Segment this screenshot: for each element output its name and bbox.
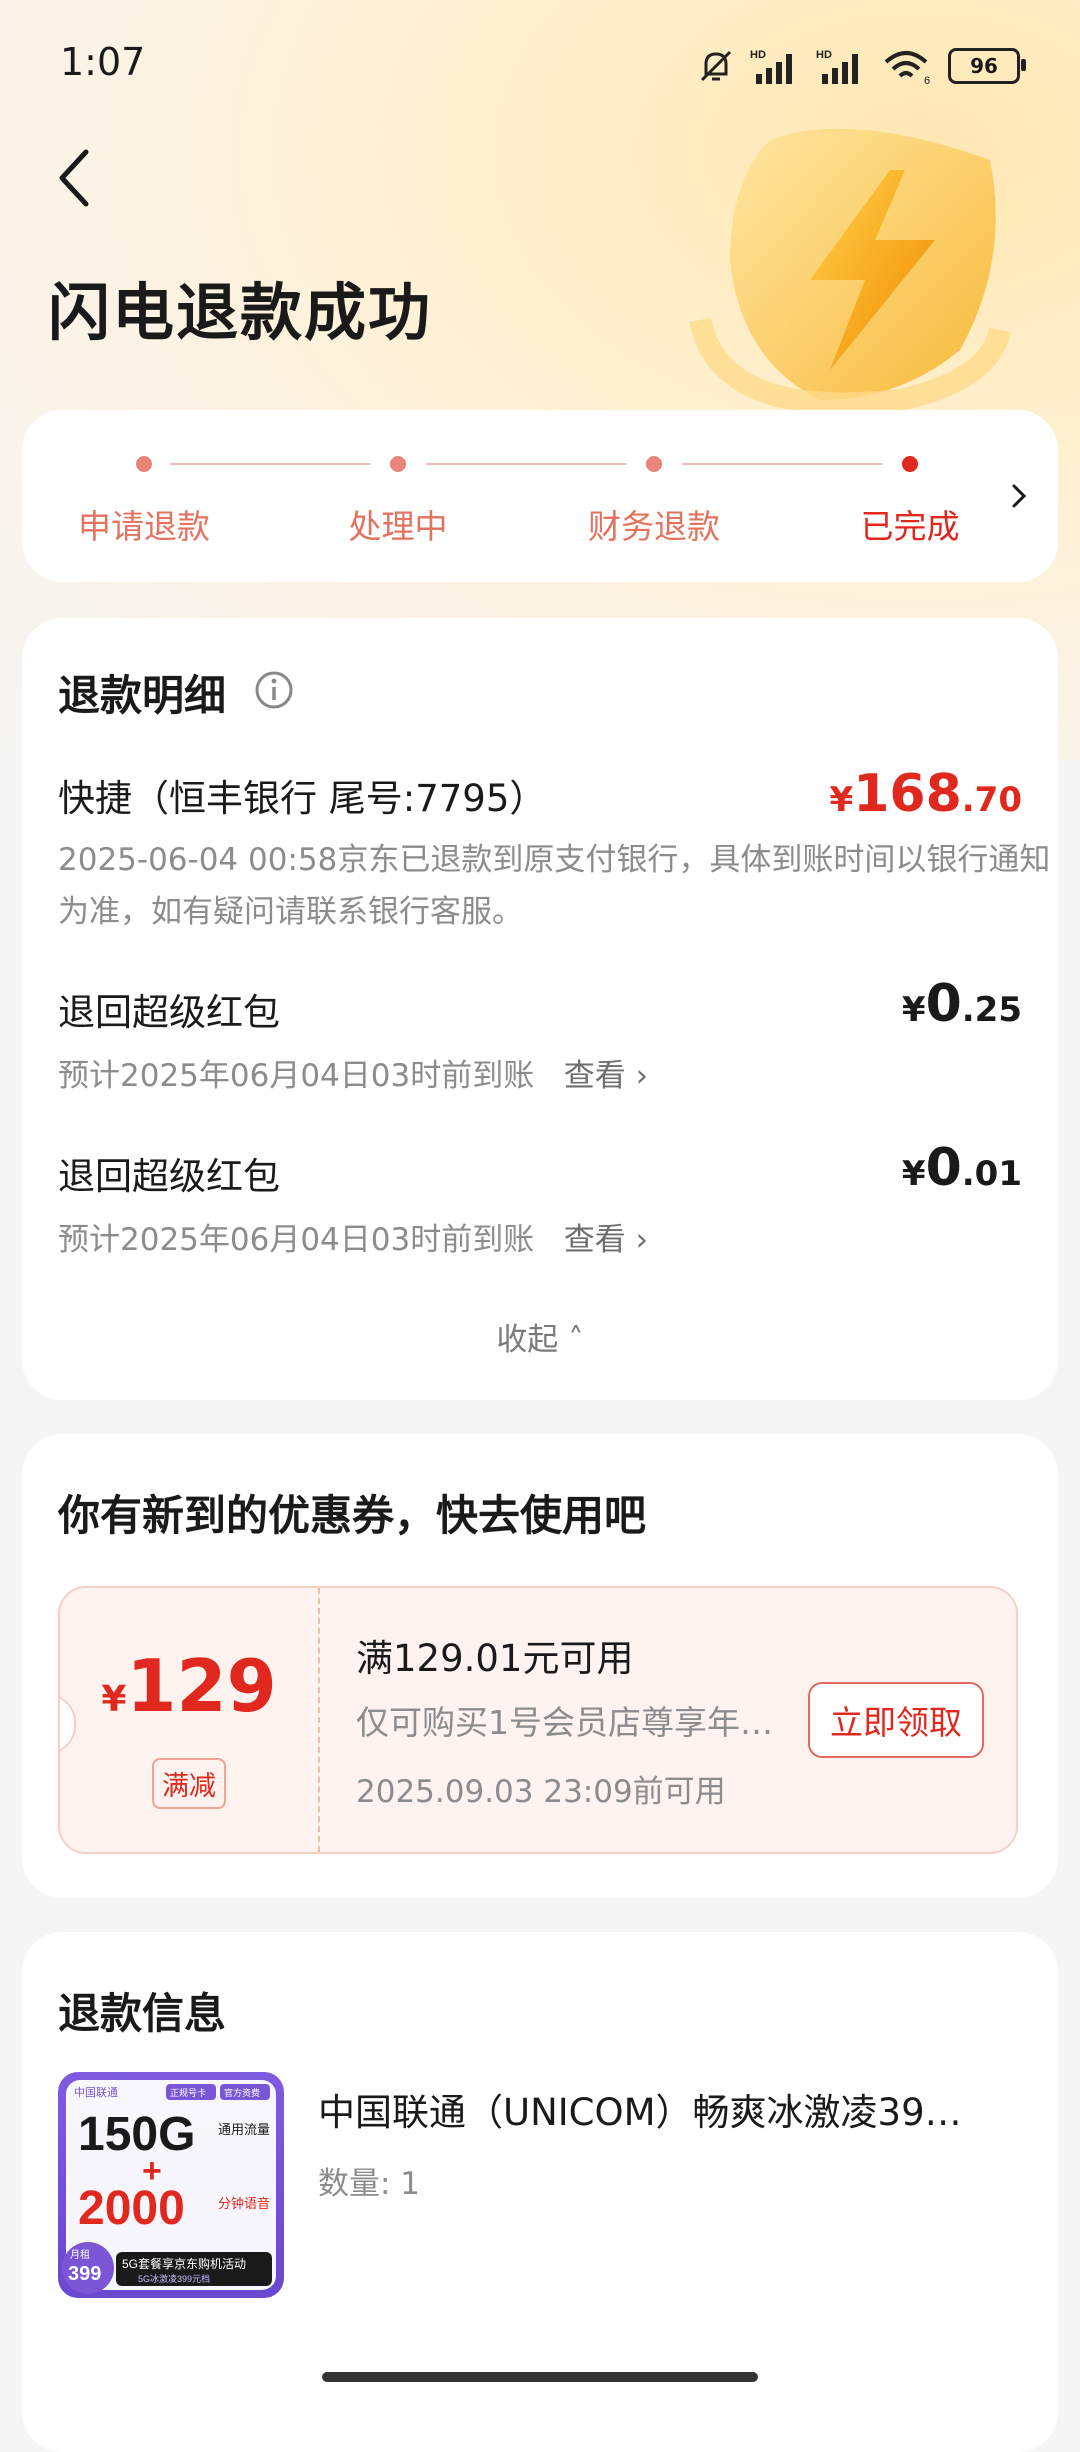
battery-level: 96	[970, 54, 998, 78]
section-title: 你有新到的优惠券，快去使用吧	[58, 1491, 647, 1540]
currency-symbol: ¥	[901, 1154, 926, 1194]
amount-decimal: .70	[961, 780, 1022, 820]
image-badge-2: 官方资费	[224, 2087, 260, 2098]
signal1-label: HD	[750, 49, 766, 61]
currency-symbol: ¥	[829, 780, 854, 820]
coupon-divider	[318, 1588, 320, 1852]
info-icon[interactable]	[254, 670, 294, 710]
signal-icon: HD	[750, 49, 792, 84]
refund-detail-card: 退款明细 快捷（恒丰银行 尾号:7795） ¥168.70 2025-06-04…	[22, 618, 1058, 1400]
home-indicator[interactable]	[322, 2372, 758, 2382]
back-arrow-icon[interactable]	[52, 146, 98, 210]
signal2-label: HD	[816, 49, 832, 61]
section-title: 退款明细	[58, 671, 227, 720]
coupon[interactable]: ¥129 满减 满129.01元可用 仅可购买1号会员店尊享年… 2025.09…	[58, 1586, 1018, 1854]
collapse-button[interactable]: 收起 ˄	[22, 1314, 1058, 1359]
image-voice: 2000	[78, 2182, 185, 2235]
image-data: 150G	[78, 2108, 195, 2161]
refund-amount: ¥168.70	[830, 764, 1022, 824]
progress-dot-1	[136, 456, 152, 472]
image-promo-sub: 5G冰激凌399元档	[138, 2273, 210, 2284]
coupon-card: 你有新到的优惠券，快去使用吧 ¥129 满减 满129.01元可用 仅可购买1号…	[22, 1434, 1058, 1898]
coupon-tag: 满减	[152, 1758, 226, 1809]
progress-dot-2	[390, 456, 406, 472]
refund-progress: 申请退款 处理中 财务退款 已完成	[22, 410, 1058, 582]
eta-text: 预计2025年06月04日03时前到账	[58, 1222, 535, 1258]
product-quantity: 数量: 1	[318, 2166, 421, 2202]
coupon-condition: 满129.01元可用	[356, 1637, 634, 1680]
product-image[interactable]: 中国联通 正规号卡 官方资费 150G 通用流量 + 2000 分钟语音 月租 …	[58, 2072, 284, 2298]
refund-row-desc: 预计2025年06月04日03时前到账 查看 ›	[58, 1214, 648, 1266]
view-link[interactable]: 查看 ›	[564, 1222, 648, 1258]
product-image-art: 中国联通 正规号卡 官方资费 150G 通用流量 + 2000 分钟语音 月租 …	[62, 2080, 276, 2294]
coupon-expire: 2025.09.03 23:09前可用	[356, 1774, 726, 1810]
step-label: 财务退款	[588, 507, 720, 546]
image-data-unit: 通用流量	[218, 2122, 270, 2137]
lightning-shield-icon	[689, 128, 1011, 415]
refund-amount: ¥0.01	[902, 1138, 1022, 1198]
image-price: 399	[68, 2263, 101, 2285]
page-title: 闪电退款成功	[48, 276, 433, 349]
signal-icon-2: HD	[816, 49, 858, 84]
status-icons: HD HD 6 96	[696, 36, 1026, 96]
progress-line	[170, 463, 370, 465]
amount-integer: 0	[925, 974, 962, 1034]
amount-decimal: .01	[961, 1154, 1022, 1194]
mute-bell-icon	[700, 50, 732, 82]
refund-row-title: 退回超级红包	[58, 1155, 280, 1198]
progress-dot-4	[902, 456, 918, 472]
coupon-desc: 仅可购买1号会员店尊享年…	[356, 1703, 773, 1742]
image-brand: 中国联通	[74, 2086, 118, 2099]
coupon-amount: 129	[126, 1644, 277, 1728]
progress-dot-3	[646, 456, 662, 472]
image-badge-1: 正规号卡	[170, 2087, 206, 2098]
product-title[interactable]: 中国联通（UNICOM）畅爽冰激凌39…	[318, 2082, 962, 2136]
progress-line	[682, 463, 882, 465]
status-time: 1:07	[60, 40, 146, 84]
battery-icon: 96	[948, 48, 1026, 84]
amount-integer: 0	[925, 1138, 962, 1198]
currency-symbol: ¥	[901, 990, 926, 1030]
amount-integer: 168	[853, 764, 962, 824]
view-link[interactable]: 查看 ›	[564, 1058, 648, 1094]
step-label: 申请退款	[78, 507, 210, 546]
currency-symbol: ¥	[101, 1679, 127, 1720]
wifi-badge: 6	[924, 75, 930, 86]
refund-row-desc: 2025-06-04 00:58京东已退款到原支付银行，具体到账时间以银行通知为…	[58, 842, 1051, 930]
chevron-right-icon[interactable]	[1008, 478, 1032, 514]
status-bar: 1:07 HD HD 6 96	[60, 36, 1026, 96]
coupon-value: ¥129	[60, 1644, 318, 1728]
image-promo: 5G套餐享京东购机活动	[122, 2256, 246, 2271]
step-label: 处理中	[348, 507, 448, 546]
progress-line	[426, 463, 626, 465]
image-price-label: 月租	[70, 2248, 90, 2261]
refund-row-title: 退回超级红包	[58, 991, 280, 1034]
refund-row-title: 快捷（恒丰银行 尾号:7795）	[58, 777, 547, 820]
amount-decimal: .25	[961, 990, 1022, 1030]
wifi-icon: 6	[884, 51, 930, 86]
refund-row-desc: 预计2025年06月04日03时前到账 查看 ›	[58, 1050, 648, 1102]
image-voice-unit: 分钟语音	[218, 2196, 270, 2211]
claim-coupon-button[interactable]: 立即领取	[808, 1682, 984, 1758]
step-label-active: 已完成	[860, 507, 960, 546]
refund-amount: ¥0.25	[902, 974, 1022, 1034]
eta-text: 预计2025年06月04日03时前到账	[58, 1058, 535, 1094]
section-title: 退款信息	[58, 1989, 227, 2038]
